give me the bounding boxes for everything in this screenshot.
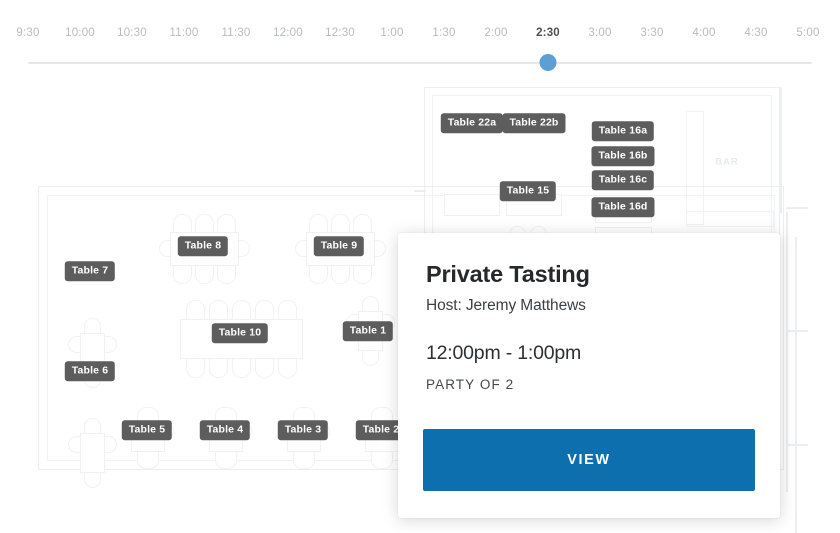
time-tick-3-30[interactable]: 3:30 [640,27,663,39]
chair [353,263,372,284]
reservation-host: Host: Jeremy Matthews [426,297,752,315]
chair [371,450,393,469]
time-slider-labels: 9:3010:0010:3011:0011:3012:0012:301:001:… [28,27,812,45]
time-tick-11-00[interactable]: 11:00 [170,27,199,39]
time-tick-11-30[interactable]: 11:30 [222,27,251,39]
time-slider-handle[interactable] [540,54,557,71]
time-tick-3-00[interactable]: 3:00 [588,27,611,39]
right-corridor-wall [795,237,797,533]
table-label-table-10[interactable]: Table 10 [212,323,268,343]
reservation-party-size: PARTY OF 2 [426,377,752,392]
view-button[interactable]: VIEW [423,429,755,491]
table-label-table-22a[interactable]: Table 22a [441,113,503,133]
time-tick-4-00[interactable]: 4:00 [692,27,715,39]
time-tick-1-30[interactable]: 1:30 [432,27,455,39]
time-tick-12-00[interactable]: 12:00 [273,27,303,39]
chair [173,263,192,284]
table-6-top [80,433,105,473]
corridor-stub-1 [786,207,808,209]
chair [217,263,236,284]
table-label-table-15[interactable]: Table 15 [500,181,556,201]
table-label-table-9[interactable]: Table 9 [314,236,364,256]
time-tick-2-00[interactable]: 2:00 [484,27,507,39]
time-tick-10-30[interactable]: 10:30 [117,27,147,39]
table-label-table-8[interactable]: Table 8 [178,236,228,256]
time-tick-9-30[interactable]: 9:30 [16,27,39,39]
corridor-stub-3 [786,444,808,446]
time-tick-12-30[interactable]: 12:30 [325,27,355,39]
table-22a-top [444,194,500,216]
reservation-title: Private Tasting [426,261,752,288]
bar-label: BAR [715,157,739,168]
table-label-table-6[interactable]: Table 6 [65,361,115,381]
chair [293,450,315,469]
reservation-time: 12:00pm - 1:00pm [426,342,752,365]
chair [331,263,350,284]
table-label-table-1[interactable]: Table 1 [343,321,393,341]
time-slider[interactable]: 9:30 10:00 10:30 11:00 11:30 12:00 12:30 1:00 1:… [0,0,840,82]
table-label-table-7[interactable]: Table 7 [65,261,115,281]
right-corridor-wall-b [786,212,788,492]
floorplan-reservation-screen: 9:30 10:00 10:30 11:00 11:30 12:00 12:30 1:00 1:… [0,0,840,533]
time-tick-1-00[interactable]: 1:00 [380,27,403,39]
time-tick-10-00[interactable]: 10:00 [65,27,95,39]
time-slider-track[interactable] [28,62,812,64]
chair [278,356,297,378]
table-label-table-16d[interactable]: Table 16d [591,197,654,217]
chair [137,450,159,469]
chair [186,356,205,378]
table-label-table-4[interactable]: Table 4 [200,420,250,440]
time-tick-5-00[interactable]: 5:00 [796,27,819,39]
corridor-stub-2 [786,330,808,332]
chair [209,356,228,378]
left-door-stub [414,190,426,192]
table-label-table-22b[interactable]: Table 22b [502,113,565,133]
upper-room-right-wall [780,87,782,213]
table-label-table-16c[interactable]: Table 16c [592,170,654,190]
table-label-table-16b[interactable]: Table 16b [591,146,654,166]
table-label-table-5[interactable]: Table 5 [122,420,172,440]
chair [195,263,214,284]
chair [232,356,251,378]
time-tick-2-30[interactable]: 2:30 [536,27,560,39]
chair [309,263,328,284]
chair [255,356,274,378]
table-label-table-16a[interactable]: Table 16a [592,121,654,141]
time-tick-4-30[interactable]: 4:30 [744,27,767,39]
table-label-table-3[interactable]: Table 3 [278,420,328,440]
reservation-details: Private Tasting Host: Jeremy Matthews 12… [398,233,780,392]
reservation-popup-card[interactable]: Private Tasting Host: Jeremy Matthews 12… [398,233,780,518]
chair [215,450,237,469]
